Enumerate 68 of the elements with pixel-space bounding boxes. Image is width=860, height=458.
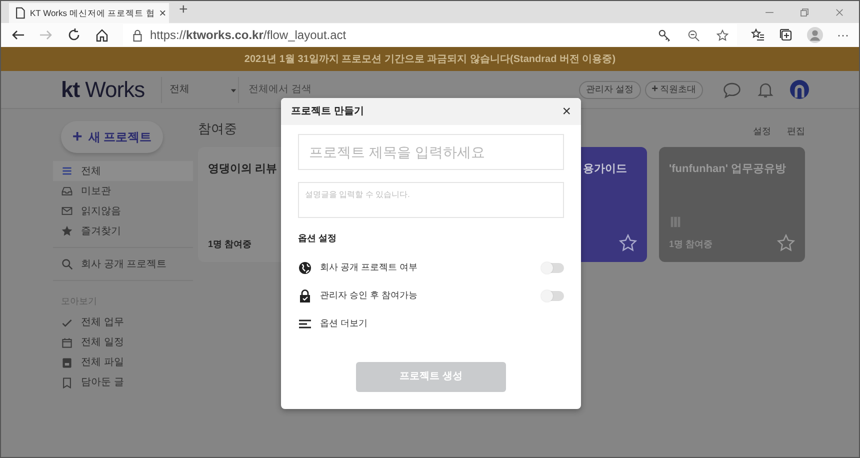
section-heading: 참여중 — [198, 120, 237, 138]
sidebar-item[interactable]: 전체 업무 — [53, 312, 193, 332]
file-icon — [61, 356, 73, 368]
scope-dropdown[interactable]: 전체 — [170, 82, 190, 97]
list-icon — [61, 165, 73, 177]
options-heading: 옵션 설정 — [298, 233, 337, 243]
key-icon[interactable] — [658, 28, 671, 42]
zoom-out-icon[interactable] — [687, 28, 700, 42]
sidebar-item[interactable]: 회사 공개 프로젝트 — [53, 254, 193, 274]
title-field[interactable]: 프로젝트 제목을 입력하세요 — [298, 134, 564, 170]
dialog-title: 프로젝트 만들기 — [291, 105, 364, 119]
chat-icon[interactable] — [723, 80, 741, 98]
browser-tab[interactable]: KT Works 메신저에 프로젝트 협 × — [9, 3, 169, 23]
tab-close-button[interactable]: × — [159, 4, 166, 22]
card-title: 용가이드 — [582, 162, 628, 176]
search-field[interactable]: 전체에서 검색 — [246, 81, 407, 98]
member-count: 1명 참여중 — [208, 238, 252, 251]
collections-icon[interactable] — [779, 28, 793, 42]
close-icon[interactable] — [834, 6, 845, 18]
toggle-switch[interactable] — [542, 262, 564, 272]
building-icon — [669, 214, 682, 228]
card-title: 영댕이의 리뷰 — [208, 162, 278, 176]
toggle-switch[interactable] — [542, 290, 564, 300]
description-field[interactable]: 설명글을 입력할 수 있습니다. — [298, 182, 564, 218]
restore-icon[interactable] — [799, 6, 810, 18]
sidebar-item[interactable]: 전체 — [53, 161, 193, 181]
profile-icon[interactable] — [807, 27, 823, 43]
action-link[interactable]: 편집 — [787, 125, 805, 138]
header-button[interactable]: + 직원초대 — [644, 80, 703, 98]
option-label: 회사 공개 프로젝트 여부 — [320, 260, 418, 274]
address-bar[interactable]: https://ktworks.co.kr/flow_layout.act — [123, 24, 737, 46]
inbox-icon — [61, 185, 73, 197]
sidebar-item[interactable]: 전체 일정 — [53, 332, 193, 352]
sidebar-item[interactable]: 읽지않음 — [53, 201, 193, 221]
bell-icon[interactable] — [757, 81, 774, 98]
back-arrow-icon[interactable] — [11, 28, 25, 42]
sidebar-item[interactable]: 미보관 — [53, 181, 193, 201]
avatar-icon[interactable] — [790, 80, 809, 99]
favorites-icon[interactable] — [751, 28, 765, 42]
promo-banner-text: 2021년 1월 31일까지 프로모션 기간으로 과금되지 않습니다(Standrad 버전 이용중) — [244, 52, 616, 66]
option-label: 관리자 승인 후 참여가능 — [320, 288, 418, 302]
card-title: 'funfunhan' 업무공유방 — [669, 162, 788, 176]
logo[interactable]: kt Works — [61, 73, 145, 106]
mail-icon — [61, 205, 73, 217]
action-link[interactable]: 설정 — [753, 125, 771, 138]
header-button[interactable]: 관리자 설정 — [579, 80, 641, 98]
search-icon — [61, 258, 73, 270]
reload-icon[interactable] — [67, 28, 81, 42]
sidebar-item[interactable]: 담아둔 글 — [53, 372, 193, 392]
close-button[interactable]: × — [562, 104, 571, 119]
star-icon[interactable] — [716, 28, 729, 42]
star-icon[interactable] — [777, 234, 795, 252]
calendar-icon — [61, 336, 73, 348]
star-icon[interactable] — [619, 234, 637, 252]
new-project-button[interactable]: + 새 프로젝트 — [61, 121, 163, 153]
more-options-link[interactable]: 옵션 더보기 — [320, 316, 368, 330]
home-icon[interactable] — [95, 28, 109, 42]
check-icon — [61, 316, 73, 328]
page-icon — [14, 7, 26, 19]
sidebar-item[interactable]: 전체 파일 — [53, 352, 193, 372]
star-icon — [61, 225, 73, 237]
more-button[interactable]: ··· — [837, 26, 849, 44]
padlock-icon — [298, 288, 312, 302]
sidebar-item[interactable]: 즐겨찾기 — [53, 221, 193, 241]
lock-icon — [131, 28, 144, 42]
globe-icon — [298, 260, 312, 274]
bookmark-icon — [61, 376, 73, 388]
new-tab-button[interactable]: + — [179, 1, 188, 21]
